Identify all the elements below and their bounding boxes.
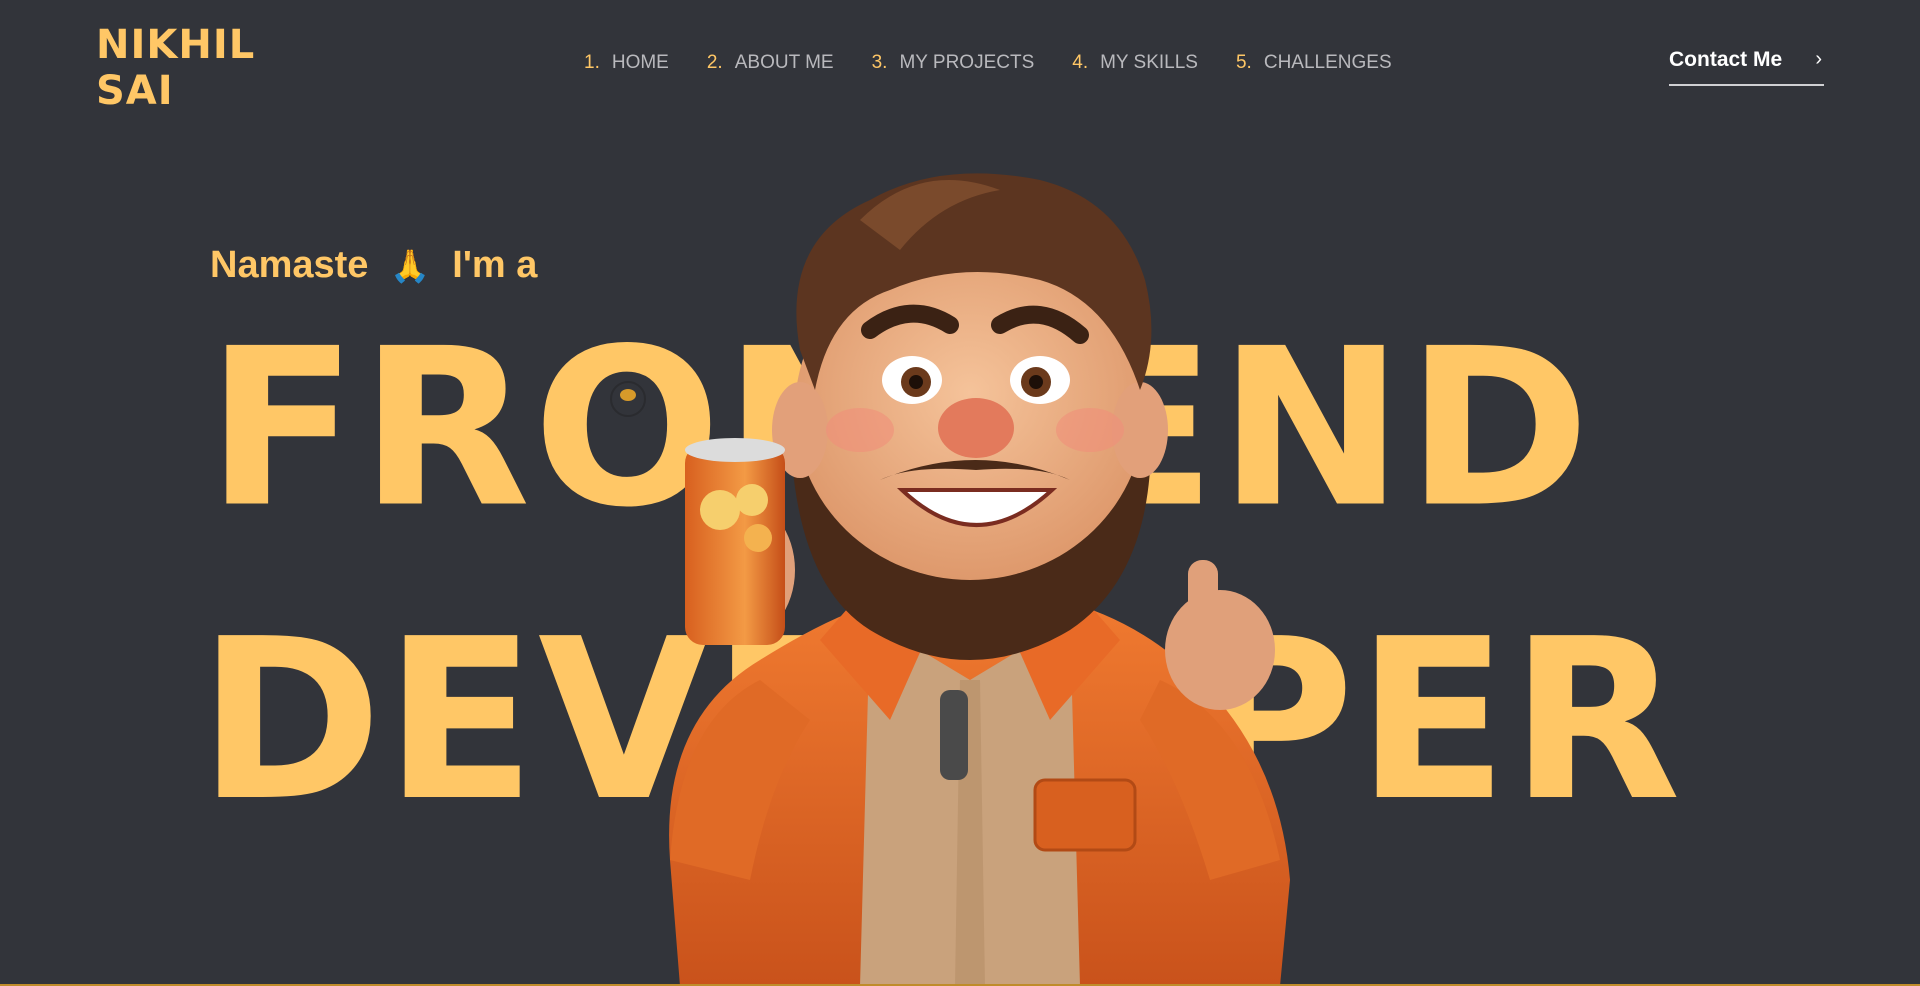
nav-number: 4. [1072,52,1089,73]
nav-number: 5. [1235,52,1252,73]
nav-label: ABOUT ME [734,52,834,73]
nav-number: 2. [706,52,723,73]
nav-label: HOME [611,52,669,73]
nav-label: MY PROJECTS [899,52,1035,73]
main-nav: 1. HOME 2. ABOUT ME 3. MY PROJECTS 4. MY… [584,52,1392,74]
logo-line-1: NIKHIL [96,22,256,68]
contact-me-label: Contact Me [1669,48,1783,71]
nav-item-home[interactable]: 1. HOME [584,52,669,74]
logo-line-2: SAI [96,68,174,114]
praying-hands-icon: 🙏 [390,247,431,284]
nav-item-my-skills[interactable]: 4. MY SKILLS [1072,52,1198,74]
site-logo[interactable]: NIKHIL SAI [96,22,255,114]
nav-item-about-me[interactable]: 2. ABOUT ME [707,52,834,74]
contact-me-link[interactable]: Contact Me › [1669,48,1824,86]
greeting-end: I'm a [452,244,538,286]
hero-greeting: Namaste 🙏 I'm a [210,244,537,287]
chevron-right-icon: › [1815,48,1822,70]
nav-label: MY SKILLS [1100,52,1198,73]
nav-number: 1. [584,52,600,73]
character-avatar-illustration [669,173,1290,986]
nav-number: 3. [871,52,888,73]
nav-item-challenges[interactable]: 5. CHALLENGES [1236,52,1392,74]
nav-label: CHALLENGES [1263,52,1392,73]
greeting-start: Namaste [210,244,369,286]
page: NIKHIL SAI 1. HOME 2. ABOUT ME 3. MY PRO… [0,0,1920,986]
nav-item-my-projects[interactable]: 3. MY PROJECTS [872,52,1035,74]
